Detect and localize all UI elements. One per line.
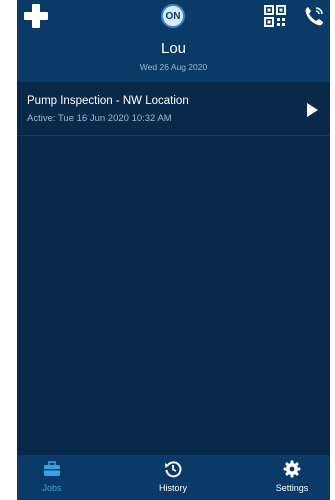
qr-code-icon[interactable] — [264, 5, 286, 27]
play-icon[interactable] — [307, 103, 318, 117]
phone-icon[interactable] — [303, 5, 325, 27]
header-date: Wed 26 Aug 2020 — [139, 62, 208, 72]
header-bar: ON Lou Wed 26 Aug 2020 — [17, 0, 330, 82]
bottom-nav: Jobs History Settings — [17, 455, 330, 500]
nav-label-jobs: Jobs — [42, 483, 62, 493]
app-screen: ON Lou Wed 26 Aug 2020 Pump Inspection -… — [17, 0, 330, 500]
job-title: Pump Inspection - NW Location — [27, 95, 189, 107]
nav-tab-history[interactable]: History — [138, 455, 208, 500]
history-icon — [165, 461, 182, 478]
nav-label-settings: Settings — [275, 483, 309, 493]
status-badge-label: ON — [165, 10, 181, 22]
job-status: Active: Tue 16 Jun 2020 10:32 AM — [27, 113, 172, 124]
plus-icon[interactable] — [23, 4, 49, 30]
gear-icon — [283, 460, 301, 478]
user-name: Lou — [160, 40, 187, 57]
job-list-item[interactable]: Pump Inspection - NW Location Active: Tu… — [17, 87, 330, 136]
nav-label-history: History — [158, 483, 187, 493]
status-badge[interactable]: ON — [161, 4, 185, 28]
briefcase-icon — [44, 461, 60, 476]
nav-tab-jobs[interactable]: Jobs — [17, 455, 87, 500]
nav-tab-settings[interactable]: Settings — [257, 455, 327, 500]
